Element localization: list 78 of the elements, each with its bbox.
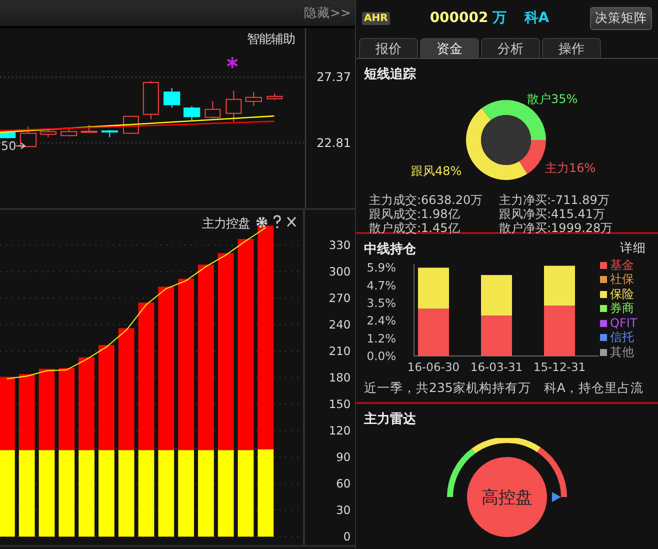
slice-label: 散户35% <box>527 92 578 106</box>
axis-label: 300 <box>329 264 352 279</box>
stat-text: 散户成交:1.45亿 <box>369 221 461 235</box>
price-axis-label: 27.37 <box>316 70 351 84</box>
stat-text: 跟风成交:1.98亿 <box>369 207 461 221</box>
legend-label[interactable]: QFIT <box>610 316 638 330</box>
candlestick <box>183 106 200 122</box>
close-icon[interactable] <box>286 216 296 227</box>
candlestick <box>204 100 221 120</box>
help-icon[interactable] <box>273 215 281 228</box>
candlestick <box>266 92 283 101</box>
stock-code: 000002 <box>430 10 488 26</box>
axis-label: 270 <box>329 291 352 306</box>
arrow-icon <box>15 142 26 150</box>
axis-label: 16-03-31 <box>470 360 523 374</box>
chart-title: 主力控盘 <box>202 215 250 230</box>
axis-label: 16-06-30 <box>407 360 460 374</box>
slice-label: 主力16% <box>545 161 596 175</box>
stock-badge: AHR <box>362 12 390 24</box>
stat-text: 主力净买:-711.89万 <box>499 193 610 207</box>
legend-label[interactable]: 券商 <box>610 300 634 318</box>
stock-name: 万 <box>492 9 506 27</box>
tab[interactable]: 操作 <box>542 38 601 58</box>
candlestick <box>142 80 159 120</box>
hide-link[interactable]: 隐藏>> <box>304 4 351 22</box>
axis-label: 90 <box>336 450 352 464</box>
axis-label: 15-12-31 <box>533 360 586 374</box>
legend-label[interactable]: 信托 <box>610 329 634 346</box>
axis-label: 120 <box>329 424 352 438</box>
axis-label: 4.7% <box>366 278 396 292</box>
axis-label: 1.2% <box>366 331 396 346</box>
summary-text: 近一季，共235家机构持有万 科A，持仓里占流 <box>364 380 644 397</box>
decision-matrix-button[interactable]: 决策矩阵 <box>590 6 652 30</box>
candlestick <box>101 129 118 138</box>
candlestick <box>226 90 242 122</box>
stock-name: 科A <box>524 9 550 27</box>
pointer-icon <box>552 492 561 502</box>
candlestick <box>80 124 98 134</box>
axis-label: 2.4% <box>366 314 396 328</box>
axis-label: 3.5% <box>366 296 396 310</box>
slice-label: 跟风48% <box>411 164 462 178</box>
candlestick <box>60 127 78 137</box>
candlestick <box>245 92 262 107</box>
axis-label: 5.9% <box>366 260 396 275</box>
candlestick <box>40 129 56 138</box>
price-axis-label: 22.81 <box>316 136 351 150</box>
stat-text: 主力成交:6638.20万 <box>369 193 484 207</box>
detail-link[interactable]: 详细 <box>620 240 646 258</box>
axis-label: 60 <box>336 476 352 491</box>
axis-label: 330 <box>329 238 352 252</box>
tab[interactable]: 资金 <box>420 38 479 58</box>
legend-label[interactable]: 社保 <box>610 271 634 288</box>
chart-title: 智能辅助 <box>247 31 296 46</box>
tab[interactable]: 分析 <box>481 38 540 58</box>
candlestick <box>0 130 16 140</box>
candlestick <box>164 88 180 108</box>
stat-text: 跟风净买:415.41万 <box>499 207 606 221</box>
axis-label: 210 <box>329 344 352 358</box>
donut-center <box>481 115 531 165</box>
stat-text: 散户净买:1999.28万 <box>499 221 614 235</box>
axis-label: 180 <box>329 370 352 385</box>
section-title: 中线持仓 <box>364 241 416 258</box>
candlestick <box>20 126 37 148</box>
legend-label[interactable]: 其他 <box>610 344 634 361</box>
axis-label: 240 <box>329 318 352 332</box>
legend-label[interactable]: 基金 <box>610 256 634 274</box>
axis-label: 150 <box>329 397 352 412</box>
section-title: 主力雷达 <box>364 410 417 428</box>
section-title: 短线追踪 <box>364 66 417 83</box>
tab[interactable]: 报价 <box>359 38 418 58</box>
star-marker-icon <box>226 56 238 70</box>
axis-label: 0.0% <box>366 349 396 363</box>
axis-label: 0 <box>344 530 352 544</box>
axis-label: 30 <box>336 503 352 518</box>
status-text: 高控盘 <box>482 488 532 508</box>
legend-label[interactable]: 保险 <box>610 286 634 303</box>
settings-icon[interactable] <box>256 216 268 228</box>
price-label: 50 <box>1 138 16 153</box>
